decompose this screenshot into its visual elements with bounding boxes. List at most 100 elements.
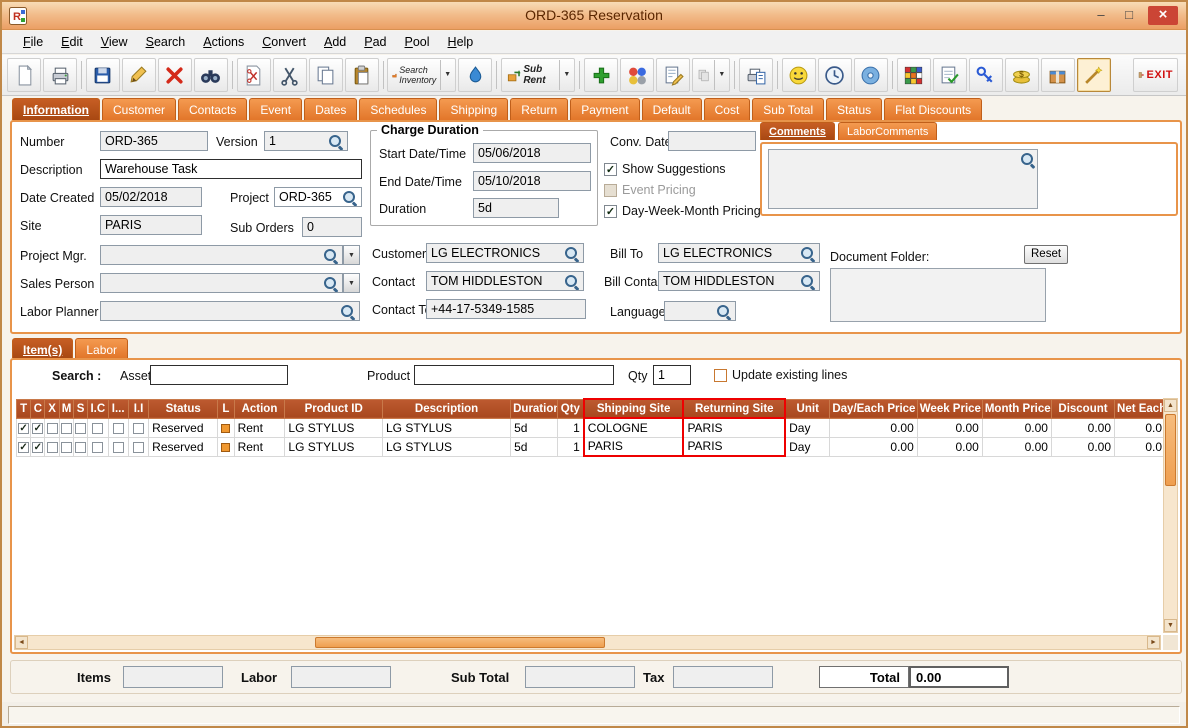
update-lines-checkbox[interactable] — [714, 368, 727, 382]
cut-document-button[interactable] — [236, 58, 271, 92]
cell-week-price[interactable]: 0.00 — [916, 436, 983, 457]
bill-contact-field[interactable]: TOM HIDDLESTON — [658, 271, 820, 291]
col-header-net-each[interactable]: Net Each — [1114, 398, 1166, 419]
tab-status[interactable]: Status — [826, 98, 883, 120]
horizontal-scrollbar[interactable]: ◄ ► — [14, 635, 1161, 650]
minimize-button[interactable]: – — [1088, 6, 1114, 25]
sales-person-field[interactable] — [100, 273, 343, 293]
cell-status[interactable]: Reserved — [148, 436, 219, 457]
date-created-field[interactable]: 05/02/2018 — [100, 187, 202, 207]
options-button[interactable] — [620, 58, 655, 92]
customer-field[interactable]: LG ELECTRONICS — [426, 243, 584, 263]
tab-labor-comments[interactable]: LaborComments — [838, 122, 938, 140]
cell-duration[interactable]: 5d — [510, 436, 558, 457]
cell-qty[interactable]: 1 — [556, 417, 585, 438]
cell-returning-site[interactable]: PARIS — [682, 436, 787, 457]
col-header-description[interactable]: Description — [381, 398, 512, 419]
scroll-right-button[interactable]: ► — [1147, 636, 1160, 649]
col-header-day-price[interactable]: Day/Each Price — [829, 398, 918, 419]
tab-payment[interactable]: Payment — [570, 98, 640, 120]
copy-button[interactable] — [308, 58, 343, 92]
show-suggestions-checkbox[interactable]: ✓ — [604, 162, 617, 176]
col-header[interactable]: I... — [107, 398, 129, 419]
col-header-shipping-site[interactable]: Shipping Site — [582, 398, 685, 419]
col-header-status[interactable]: Status — [148, 398, 219, 419]
row-checkbox[interactable] — [46, 441, 58, 453]
table-row[interactable]: ✓ ✓ Reserved Rent LG STYLUS LG STYLUS 5d… — [15, 436, 1166, 457]
description-field[interactable]: Warehouse Task — [100, 159, 362, 179]
tab-dates[interactable]: Dates — [304, 98, 358, 120]
dwm-pricing-checkbox[interactable]: ✓ — [604, 204, 617, 218]
col-header-week-price[interactable]: Week Price — [916, 398, 983, 419]
tab-flat-discounts[interactable]: Flat Discounts — [884, 98, 983, 120]
duration-field[interactable]: 5d — [473, 198, 559, 218]
cell-returning-site[interactable]: PARIS — [682, 417, 787, 438]
asset-input[interactable] — [150, 365, 288, 385]
lookup-icon[interactable] — [564, 246, 579, 261]
dropdown-arrow-icon[interactable]: ▼ — [559, 60, 570, 90]
cell-action[interactable]: Rent — [233, 436, 286, 457]
menu-view[interactable]: View — [92, 32, 137, 52]
cell-discount[interactable]: 0.00 — [1050, 417, 1116, 438]
edit-note-button[interactable] — [656, 58, 691, 92]
copy-lines-button[interactable]: ▼ — [692, 58, 731, 92]
menu-help[interactable]: Help — [439, 32, 483, 52]
row-checkbox[interactable]: ✓ — [18, 441, 30, 453]
lookup-icon[interactable] — [800, 246, 815, 261]
cell-week-price[interactable]: 0.00 — [916, 417, 983, 438]
fill-button[interactable] — [458, 58, 493, 92]
search-inventory-button[interactable]: Search Inventory ▼ — [387, 58, 457, 92]
table-row[interactable]: ✓ ✓ Reserved Rent LG STYLUS LG STYLUS 5d… — [15, 417, 1166, 438]
document-folder-box[interactable] — [830, 268, 1046, 322]
cell-month-price[interactable]: 0.00 — [981, 436, 1052, 457]
payment-button[interactable]: $ — [1004, 58, 1039, 92]
language-field[interactable] — [664, 301, 736, 321]
tab-return[interactable]: Return — [510, 98, 569, 120]
sub-rent-button[interactable]: Sub Rent ▼ — [501, 58, 576, 92]
col-header[interactable]: T — [15, 398, 32, 419]
lookup-icon[interactable] — [800, 274, 815, 289]
col-header-product-id[interactable]: Product ID — [284, 398, 383, 419]
menu-add[interactable]: Add — [315, 32, 355, 52]
row-checkbox[interactable] — [112, 441, 124, 453]
scroll-up-button[interactable]: ▲ — [1164, 399, 1177, 412]
start-datetime-field[interactable]: 05/06/2018 — [473, 143, 591, 163]
col-header-returning-site[interactable]: Returning Site — [682, 398, 787, 419]
tab-schedules[interactable]: Schedules — [359, 98, 438, 120]
reset-button[interactable]: Reset — [1024, 245, 1069, 264]
tab-default[interactable]: Default — [641, 98, 702, 120]
tab-comments[interactable]: Comments — [760, 122, 835, 140]
add-line-button[interactable] — [584, 58, 619, 92]
row-checkbox[interactable] — [60, 422, 72, 434]
col-header-duration[interactable]: Duration — [510, 398, 558, 419]
project-mgr-field[interactable] — [100, 245, 343, 265]
row-checkbox[interactable] — [92, 422, 104, 434]
event-pricing-checkbox[interactable] — [604, 183, 617, 197]
menu-actions[interactable]: Actions — [194, 32, 253, 52]
print-report-button[interactable] — [739, 58, 774, 92]
save-button[interactable] — [85, 58, 120, 92]
tab-cost[interactable]: Cost — [703, 98, 751, 120]
contact-tel-field[interactable]: +44-17-5349-1585 — [426, 299, 586, 319]
scroll-down-button[interactable]: ▼ — [1164, 619, 1177, 632]
workflow-wand-button[interactable] — [1076, 58, 1111, 92]
notes-button[interactable] — [932, 58, 967, 92]
col-header-discount[interactable]: Discount — [1050, 398, 1116, 419]
tab-shipping[interactable]: Shipping — [439, 98, 509, 120]
tab-labor[interactable]: Labor — [75, 338, 129, 358]
tab-information[interactable]: Information — [12, 98, 100, 120]
lookup-icon[interactable] — [1020, 152, 1035, 167]
cell-duration[interactable]: 5d — [510, 417, 558, 438]
labor-planner-field[interactable] — [100, 301, 360, 321]
cut-button[interactable] — [272, 58, 307, 92]
cell-product-id[interactable]: LG STYLUS — [284, 417, 383, 438]
row-checkbox[interactable] — [92, 441, 104, 453]
new-button[interactable] — [7, 58, 41, 92]
sub-orders-field[interactable]: 0 — [302, 217, 362, 237]
cell-description[interactable]: LG STYLUS — [381, 436, 512, 457]
menu-edit[interactable]: Edit — [52, 32, 92, 52]
tab-contacts[interactable]: Contacts — [178, 98, 248, 120]
col-header[interactable]: X — [44, 398, 60, 419]
row-checkbox[interactable] — [46, 422, 58, 434]
cell-net-each[interactable]: 0.0 — [1114, 417, 1166, 438]
